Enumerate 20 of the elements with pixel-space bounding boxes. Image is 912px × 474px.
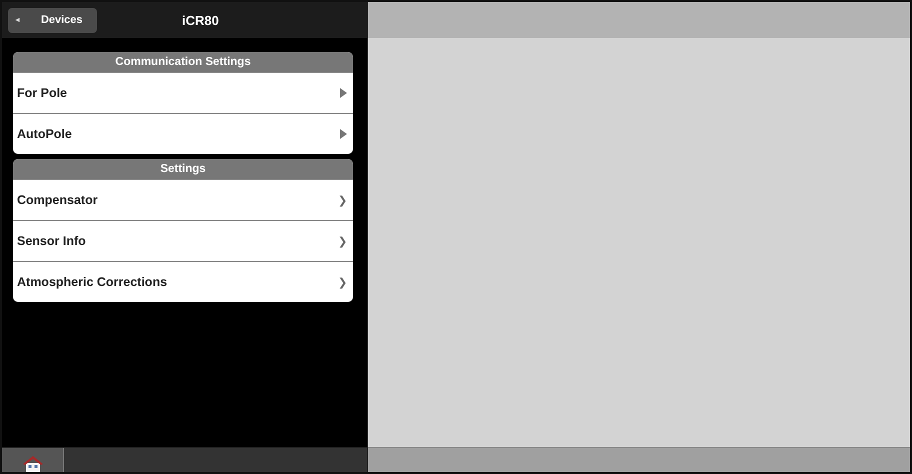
chevron-right-icon: ❯: [338, 276, 347, 288]
menu-item-label: Atmospheric Corrections: [17, 275, 168, 289]
triangle-right-icon: [340, 88, 347, 98]
menu-item[interactable]: Compensator ❯: [13, 179, 353, 220]
chevron-right-icon: ❯: [338, 234, 347, 248]
section-header: Communication Settings: [13, 52, 353, 72]
page-title: iCR80: [182, 12, 219, 28]
section-header: Settings: [13, 159, 353, 179]
menu-item[interactable]: Atmospheric Corrections ❯: [13, 261, 353, 302]
menu-item[interactable]: For Pole: [13, 72, 353, 113]
menu-item-label: Compensator: [17, 193, 98, 207]
menu-item-label: AutoPole: [17, 127, 72, 141]
menu-item-label: Sensor Info: [17, 234, 86, 248]
menu-item-label: For Pole: [17, 86, 68, 100]
home-button[interactable]: [2, 448, 64, 472]
menu-item[interactable]: Sensor Info ❯: [13, 220, 353, 261]
triangle-right-icon: [340, 129, 347, 139]
chevron-right-icon: ❯: [338, 194, 347, 206]
menu-item[interactable]: AutoPole: [13, 113, 353, 154]
house-icon: [22, 454, 44, 472]
